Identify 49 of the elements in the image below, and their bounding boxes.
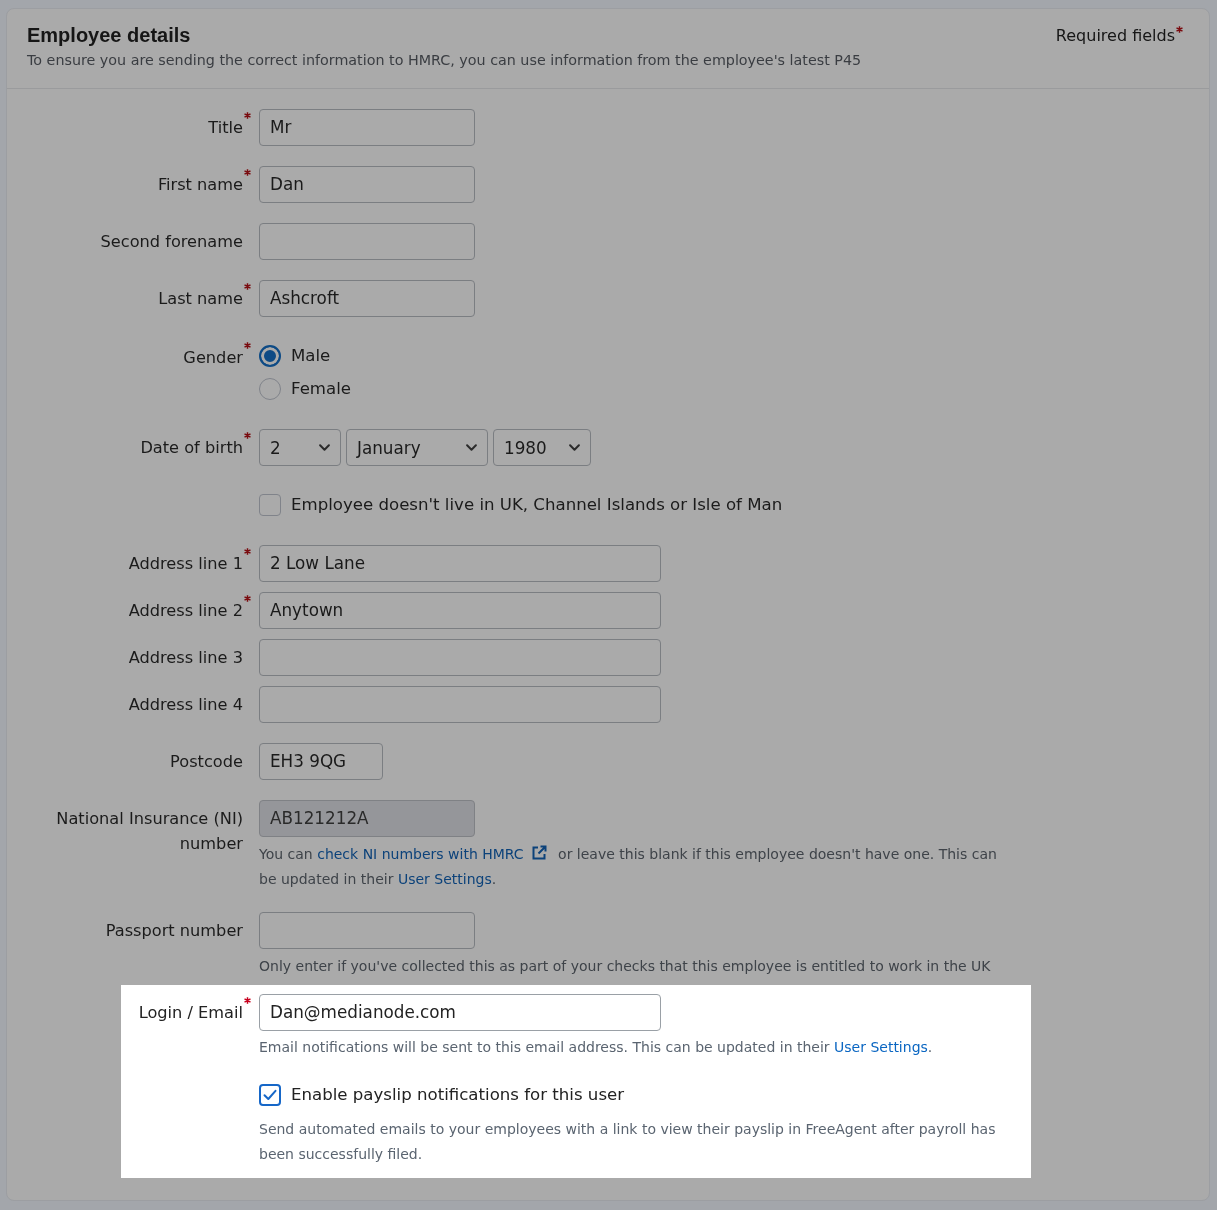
form-subtitle: To ensure you are sending the correct information to HMRC, you can use information from the employee's latest P45 xyxy=(27,51,862,70)
checkbox[interactable] xyxy=(259,1083,281,1106)
field-label: Last name xyxy=(158,288,243,310)
input-field[interactable]: Dan@medianode.com xyxy=(259,994,661,1031)
input-field[interactable] xyxy=(259,912,475,949)
field-label: Address line 1 xyxy=(128,553,243,575)
input-field[interactable]: EH3 9QG xyxy=(259,743,383,780)
input-field[interactable] xyxy=(259,639,661,676)
help-text: Email notifications will be sent to this email address. This can be updated in their User Settings. xyxy=(259,1038,934,1057)
field-label: Passport number xyxy=(105,920,243,942)
field-label: National Insurance (NI) number xyxy=(55,808,243,855)
field-label: Postcode xyxy=(170,751,243,773)
user-settings-link[interactable]: User Settings xyxy=(834,1039,928,1055)
caret-icon xyxy=(319,444,330,451)
input-field[interactable]: 2 Low Lane xyxy=(259,545,661,582)
caret-icon xyxy=(466,444,477,451)
required-fields-note: Required fields xyxy=(1055,25,1175,47)
input-field[interactable]: Dan xyxy=(259,166,475,203)
checkbox-label[interactable]: Employee doesn't live in UK, Channel Islands or Isle of Man xyxy=(291,495,783,514)
checkmark-icon xyxy=(263,1088,277,1101)
dropdown[interactable]: 1980 xyxy=(493,429,591,466)
field-label: Login / Email xyxy=(138,1002,243,1024)
external-link-icon[interactable] xyxy=(530,845,547,861)
help-text: Only enter if you've collected this as part of your checks that this employee is entitled to work in the UK xyxy=(259,957,992,976)
field-label: Gender xyxy=(183,347,243,369)
form-title: Employee details xyxy=(27,23,192,47)
radio-button[interactable] xyxy=(259,344,281,367)
asterisk-icon xyxy=(1176,26,1183,33)
field-label: Address line 2 xyxy=(128,600,243,622)
dropdown[interactable]: 2 xyxy=(259,429,341,466)
radio-label[interactable]: Female xyxy=(291,379,351,398)
field-label: Second forename xyxy=(100,231,243,253)
input-field[interactable] xyxy=(259,223,475,260)
help-text: Send automated emails to your employees with a link to view their payslip in FreeAgent after payroll has been successfully filed. xyxy=(259,1120,997,1164)
field-label: Date of birth xyxy=(140,437,243,459)
checkbox-label[interactable]: Enable payslip notifications for this user xyxy=(291,1085,625,1104)
input-field[interactable]: Ashcroft xyxy=(259,280,475,317)
field-label: Address line 4 xyxy=(128,694,243,716)
checkbox[interactable] xyxy=(259,493,281,516)
caret-icon xyxy=(569,444,580,451)
input-field[interactable] xyxy=(259,686,661,723)
dropdown[interactable]: January xyxy=(346,429,488,466)
help-text: You can check NI numbers with HMRC or leave this blank if this employee doesn't have one. This can be updated in their User Settings. xyxy=(259,844,998,889)
field-label: Title xyxy=(208,117,243,139)
input-field[interactable]: Mr xyxy=(259,109,475,146)
field-label: First name xyxy=(157,174,243,196)
radio-label[interactable]: Male xyxy=(291,346,331,365)
field-label: Address line 3 xyxy=(128,647,243,669)
input-field[interactable]: Anytown xyxy=(259,592,661,629)
